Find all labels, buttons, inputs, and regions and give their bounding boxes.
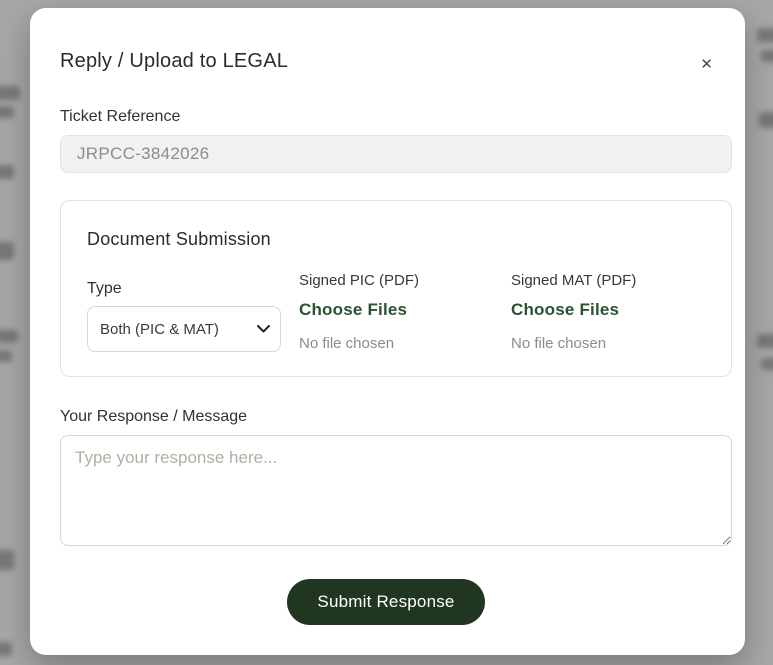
- document-submission-title: Document Submission: [87, 229, 271, 249]
- close-icon[interactable]: ✕: [698, 53, 715, 76]
- type-label: Type: [87, 280, 122, 297]
- submit-row: Submit Response: [50, 579, 722, 625]
- dialog-title: Reply / Upload to LEGAL: [60, 50, 289, 72]
- reply-upload-dialog: Reply / Upload to LEGAL ✕ Ticket Referen…: [30, 8, 745, 655]
- response-label: Your Response / Message: [60, 408, 248, 425]
- choose-files-mat-button[interactable]: Choose Files: [511, 300, 619, 320]
- signed-mat-label: Signed MAT (PDF): [511, 272, 637, 289]
- submit-response-button[interactable]: Submit Response: [287, 579, 485, 625]
- document-submission-row: Type Both (PIC & MAT) Signed PIC (PDF) C…: [87, 272, 705, 352]
- document-submission-card: Document Submission Type Both (PIC & MAT…: [60, 200, 732, 377]
- signed-pic-label: Signed PIC (PDF): [299, 272, 420, 289]
- ticket-reference-input[interactable]: [60, 135, 732, 173]
- signed-mat-upload: Signed MAT (PDF) Choose Files No file ch…: [511, 272, 705, 352]
- type-select[interactable]: Both (PIC & MAT): [87, 306, 281, 352]
- type-select-control[interactable]: Both (PIC & MAT): [87, 306, 281, 352]
- type-column: Type Both (PIC & MAT): [87, 280, 281, 352]
- signed-pic-upload: Signed PIC (PDF) Choose Files No file ch…: [299, 272, 493, 352]
- pic-file-status: No file chosen: [299, 335, 395, 352]
- mat-file-status: No file chosen: [511, 335, 607, 352]
- ticket-reference-label: Ticket Reference: [60, 108, 181, 125]
- response-textarea[interactable]: [60, 435, 732, 546]
- choose-files-pic-button[interactable]: Choose Files: [299, 300, 407, 320]
- dialog-header: Reply / Upload to LEGAL ✕: [50, 50, 722, 76]
